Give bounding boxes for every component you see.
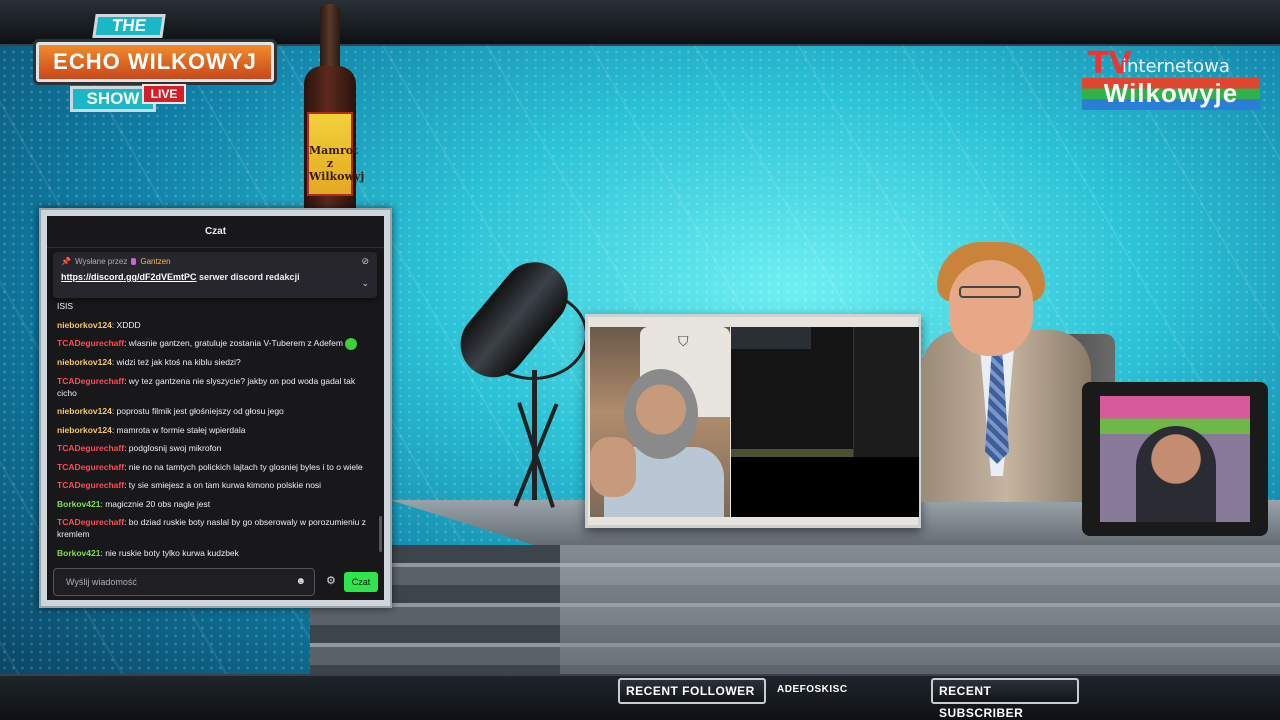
eye-slash-icon[interactable]: ⊘ bbox=[361, 256, 369, 267]
monitor-feed bbox=[1100, 396, 1250, 522]
show-logo: THE ECHO WILKOWYJ SHOW LIVE bbox=[36, 14, 286, 114]
discord-link[interactable]: https://discord.gg/dF2dVEmtPC bbox=[61, 272, 197, 282]
pin-icon: 📌 bbox=[61, 257, 71, 266]
chat-input[interactable]: Wyślij wiadomość ☻ bbox=[53, 568, 315, 596]
black-area bbox=[731, 457, 919, 517]
timeline-strip bbox=[731, 449, 853, 457]
chat-message-text: : mamrota w formie stałej wpierdala bbox=[111, 424, 246, 435]
chat-message-text: : magicznie 20 obs nagle jest bbox=[100, 498, 211, 509]
chat-message: Borkov421: magicznie 20 obs nagle jest bbox=[57, 498, 374, 510]
badge-icon bbox=[131, 258, 137, 265]
desk-front bbox=[310, 545, 1280, 675]
pinned-message[interactable]: 📌 Wysłane przez Gantzen https://discord.… bbox=[53, 252, 377, 298]
recent-subscriber-label: RECENT SUBSCRIBER bbox=[931, 678, 1079, 720]
webcam-feed: ⛉ bbox=[590, 327, 730, 517]
chat-username[interactable]: Borkov421 bbox=[57, 499, 100, 509]
chair-logo-icon: ⛉ bbox=[678, 333, 689, 349]
chat-message-text: : wlasnie gantzen, gratuluje zostania V-… bbox=[124, 338, 343, 348]
chat-messages: ISIS nieborkov124: XDDD TCADegurechaff: wl… bbox=[47, 300, 384, 565]
chat-message-text: : nie no na tamtych polickich lajtach ty… bbox=[124, 461, 363, 472]
chat-username[interactable]: nieborkov124 bbox=[57, 320, 112, 330]
chat-username[interactable]: TCADegurechaff bbox=[57, 338, 124, 348]
chat-message: TCADegurechaff: podglosnij swoj mikrofon bbox=[57, 442, 374, 454]
chat-message: TCADegurechaff: wlasnie gantzen, gratulu… bbox=[57, 337, 374, 350]
chat-username[interactable]: TCADegurechaff bbox=[57, 480, 124, 490]
recent-follower-label: RECENT FOLLOWER bbox=[618, 678, 766, 704]
chat-message: nieborkov124: poprostu filmik jest głośn… bbox=[57, 405, 374, 417]
pinned-suffix: serwer discord redakcji bbox=[196, 272, 300, 282]
logo-title: ECHO WILKOWYJ bbox=[36, 42, 274, 82]
pinned-by-name: Gantzen bbox=[140, 257, 171, 266]
chat-message: TCADegurechaff: nie no na tamtych polick… bbox=[57, 461, 374, 473]
chat-message-text: : podglosnij swoj mikrofon bbox=[124, 443, 222, 454]
chat-message-text: : ty sie smiejesz a on tam kurwa kimono … bbox=[124, 480, 322, 491]
bottle-label: Mamrot z Wilkowyj bbox=[307, 112, 364, 196]
chat-username[interactable]: nieborkov124 bbox=[57, 406, 112, 416]
chat-username[interactable]: TCADegurechaff bbox=[57, 462, 124, 472]
chat-frame: Czat 📌 Wysłane przez Gantzen https://dis… bbox=[39, 208, 392, 608]
tv-logo-name: Wilkowyje bbox=[1082, 78, 1260, 110]
chat-message-text: : widzi też jak ktoś na kiblu siedzi? bbox=[111, 357, 241, 368]
tv-logo-net: internetowa bbox=[1122, 56, 1230, 77]
chat-username[interactable]: TCADegurechaff bbox=[57, 517, 124, 527]
pinned-text: https://discord.gg/dF2dVEmtPC serwer dis… bbox=[61, 272, 369, 282]
chat-message: TCADegurechaff: wy tez gantzena nie slys… bbox=[57, 375, 374, 399]
pinned-by-label: Wysłane przez bbox=[74, 257, 128, 266]
smile-icon[interactable]: ☻ bbox=[295, 569, 306, 595]
chat-message: nieborkov124: widzi też jak ktoś na kibl… bbox=[57, 356, 374, 368]
logo-the: THE bbox=[92, 14, 166, 38]
chat-message-text: ISIS bbox=[57, 301, 74, 311]
chat-message-text: : XDDD bbox=[111, 319, 141, 330]
side-monitor bbox=[1082, 382, 1268, 536]
chat-panel: Czat 📌 Wysłane przez Gantzen https://dis… bbox=[47, 216, 384, 600]
video-screen: ⛉ bbox=[585, 314, 921, 528]
chat-username[interactable]: nieborkov124 bbox=[57, 357, 112, 367]
chat-message: TCADegurechaff: ty sie smiejesz a on tam… bbox=[57, 479, 374, 491]
chat-username[interactable]: TCADegurechaff bbox=[57, 443, 124, 453]
pinned-by: 📌 Wysłane przez Gantzen bbox=[61, 257, 369, 266]
chat-scrollbar[interactable] bbox=[379, 516, 382, 552]
chevron-down-icon[interactable]: ⌄ bbox=[361, 278, 369, 289]
person-head bbox=[624, 369, 698, 459]
host-face bbox=[949, 260, 1033, 356]
chat-message: nieborkov124: mamrota w formie stałej wp… bbox=[57, 424, 374, 436]
chat-message-text: : poprostu filmik jest głośniejszy od gł… bbox=[111, 406, 284, 417]
window-titlebar bbox=[731, 327, 811, 349]
mic-pole bbox=[532, 370, 537, 500]
chat-message: TCADegurechaff: bo dziad ruskie boty nas… bbox=[57, 516, 374, 540]
person-hand bbox=[590, 437, 636, 497]
chat-username[interactable]: Borkov421 bbox=[57, 548, 100, 558]
live-badge: LIVE bbox=[142, 84, 186, 104]
chat-username[interactable]: nieborkov124 bbox=[57, 425, 112, 435]
host-glasses bbox=[959, 286, 1021, 298]
chat-input-placeholder: Wyślij wiadomość bbox=[66, 577, 137, 587]
wine-bottle: Mamrot z Wilkowyj bbox=[304, 4, 364, 214]
chat-send-button[interactable]: Czat bbox=[344, 572, 378, 592]
tv-station-logo: TV internetowa Wilkowyje bbox=[1082, 46, 1260, 112]
chat-message-text: : nie ruskie boty tylko kurwa kudzbek bbox=[100, 547, 239, 558]
bottle-neck bbox=[320, 4, 340, 74]
monitor-person bbox=[1136, 426, 1216, 522]
recent-follower-name: ADEFOSKISC bbox=[777, 684, 848, 695]
chat-username[interactable]: TCADegurechaff bbox=[57, 376, 124, 386]
chat-title: Czat bbox=[47, 216, 384, 248]
gear-icon[interactable]: ⚙ bbox=[326, 574, 336, 587]
emote-icon bbox=[344, 337, 357, 350]
chat-message: nieborkov124: XDDD bbox=[57, 319, 374, 331]
chat-message: ISIS bbox=[57, 300, 374, 312]
chat-message: Borkov421: nie ruskie boty tylko kurwa k… bbox=[57, 547, 374, 559]
desktop-capture bbox=[731, 327, 919, 517]
